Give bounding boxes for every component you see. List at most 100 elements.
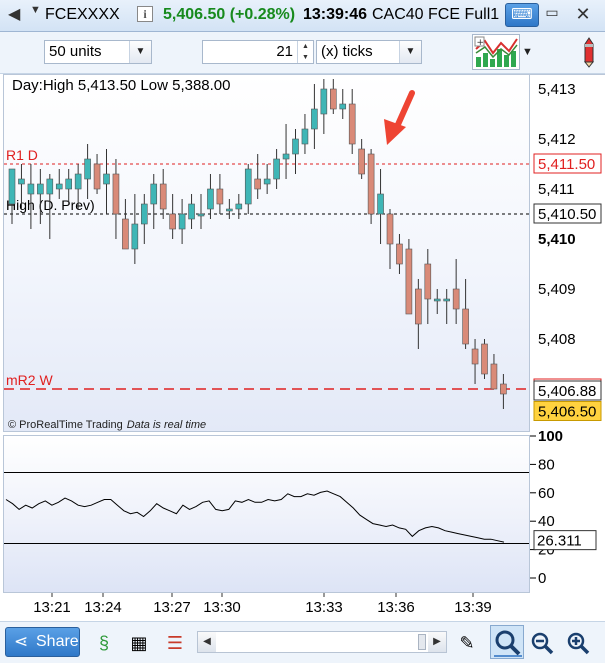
price-change: 5,406.50 (+0.28%): [163, 6, 296, 23]
candle-down: [462, 308, 469, 345]
pen-icon[interactable]: [578, 36, 600, 68]
candle-up: [273, 158, 280, 180]
candle-down: [358, 148, 365, 175]
minimize-icon[interactable]: ▭: [545, 5, 559, 20]
candle-up: [301, 128, 309, 145]
chevron-down-icon[interactable]: ▼: [30, 4, 41, 16]
copyright-note: © ProRealTime Trading Data is real time: [8, 419, 206, 431]
table-icon[interactable]: ▦: [127, 630, 151, 656]
ticker-name[interactable]: FCEXXXX: [45, 6, 120, 24]
price-tick-label: 5,408: [538, 331, 576, 348]
time-tick-label: 13:36: [377, 599, 415, 616]
candle-up: [320, 88, 328, 115]
time-axis[interactable]: 13:21 13:24 13:27 13:30 13:33 13:36 13:39: [0, 593, 605, 621]
candle-down: [216, 188, 224, 205]
candle-up: [18, 178, 25, 185]
prev-high-value: 5,410.50: [538, 206, 596, 223]
price-chart[interactable]: R1 D High (D. Prev) mR2 W: [4, 75, 530, 432]
indicator-chart[interactable]: [4, 436, 530, 593]
indicator-axis-labels: 10080604020026.311: [530, 428, 597, 587]
price-tick-label: 5,413: [538, 81, 576, 98]
candle-up: [244, 168, 252, 205]
candle-down: [169, 213, 176, 230]
keyboard-icon[interactable]: ⌨: [505, 3, 539, 27]
indicator-tick-label: 0: [538, 570, 546, 587]
units-select[interactable]: 50 units ▼: [44, 40, 152, 64]
candle-up: [188, 203, 195, 220]
time-axis-labels: 13:21 13:24 13:27 13:30 13:33 13:36 13:39: [33, 593, 492, 616]
spinner-icon[interactable]: ▲ ▼: [297, 41, 313, 63]
indicator-chart-area[interactable]: [3, 435, 530, 593]
indicator-tick-label: 60: [538, 485, 555, 502]
close-icon[interactable]: ✕: [568, 4, 598, 24]
candle-down: [471, 348, 479, 365]
indicator-tick-label: 80: [538, 456, 555, 473]
zoom-out-icon[interactable]: [530, 630, 554, 656]
price-axis[interactable]: 5,413 5,412 5,411 5,410 5,409 5,408 5,411.50 5,…: [530, 74, 605, 432]
zoom-in-icon[interactable]: [566, 630, 590, 656]
price-tick-label: 5,410: [538, 231, 576, 248]
candle-up: [263, 178, 271, 185]
candle-up: [131, 223, 139, 250]
realtime-note: Data is real time: [126, 419, 207, 431]
candle-up: [37, 183, 44, 195]
scroll-right-icon[interactable]: ▶: [428, 632, 446, 652]
time-tick-label: 13:21: [33, 599, 71, 616]
indicator-tick-label: 100: [538, 428, 563, 445]
candle-up: [433, 298, 441, 302]
candle-down: [415, 288, 422, 325]
compare-icon[interactable]: ☰: [163, 630, 187, 656]
candle-up: [282, 153, 290, 160]
chart-type-icon[interactable]: +: [472, 34, 520, 70]
candle-down: [122, 218, 129, 250]
candle-down: [500, 383, 507, 395]
candle-up: [103, 173, 110, 185]
time-tick-label: 13:27: [153, 599, 191, 616]
candle-up: [27, 183, 35, 195]
share-label: Share: [36, 633, 79, 650]
candle-up: [141, 203, 148, 225]
price-chart-area[interactable]: R1 D High (D. Prev) mR2 W Day:High 5,413.5…: [3, 74, 530, 432]
ticks-unit-value: (x) ticks: [321, 43, 373, 60]
level-label: High (D. Prev): [6, 197, 95, 213]
time-tick-label: 13:30: [203, 599, 241, 616]
title-bar: ◀ ▼ FCEXXXX i 5,406.50 (+0.28%) 13:39:46…: [0, 0, 605, 32]
back-arrow-icon[interactable]: ◀: [8, 4, 20, 24]
ticks-unit-select[interactable]: (x) ticks ▼: [316, 40, 422, 64]
chevron-down-icon[interactable]: ▼: [399, 41, 421, 63]
candle-up: [339, 103, 347, 110]
candle-down: [386, 213, 394, 245]
info-icon[interactable]: i: [137, 6, 153, 22]
candle-up: [84, 158, 91, 180]
ticks-count-input[interactable]: 21 ▲ ▼: [202, 40, 314, 64]
level-label: R1 D: [6, 147, 38, 163]
candle-down: [112, 173, 120, 215]
candle-up: [235, 203, 243, 210]
candle-down: [254, 178, 261, 190]
annotation-arrow-icon: [384, 90, 415, 145]
price-tick-label: 5,411: [538, 181, 574, 198]
share-button[interactable]: ⋖ Share: [5, 627, 80, 657]
pen-tools-icon[interactable]: ✎: [455, 630, 479, 656]
zoom-select-button[interactable]: [490, 625, 524, 659]
horizontal-scrollbar[interactable]: ◀ ▶: [197, 631, 447, 653]
indicator-icon[interactable]: §: [92, 630, 116, 656]
candle-up: [226, 208, 233, 212]
candle-down: [93, 163, 101, 190]
current-price-value: 5,406.50: [538, 404, 596, 421]
chevron-down-icon[interactable]: ▼: [522, 46, 533, 58]
chevron-down-icon[interactable]: ▼: [129, 41, 151, 63]
candle-up: [292, 138, 299, 155]
ticks-count-value: 21: [276, 43, 293, 60]
candle-down: [396, 243, 403, 265]
candle-up: [55, 183, 63, 190]
scroll-thumb[interactable]: [418, 634, 426, 650]
candle-up: [207, 188, 214, 210]
candle-down: [367, 153, 375, 215]
candle-up: [65, 178, 73, 190]
price-axis-labels: 5,413 5,412 5,411 5,410 5,409 5,408 5,411.50 5,…: [533, 81, 602, 421]
scroll-left-icon[interactable]: ◀: [198, 632, 216, 652]
candle-down: [405, 248, 413, 315]
bottom-toolbar: ⋖ Share § ▦ ☰ ◀ ▶ ✎: [0, 621, 605, 663]
candle-down: [159, 183, 167, 210]
